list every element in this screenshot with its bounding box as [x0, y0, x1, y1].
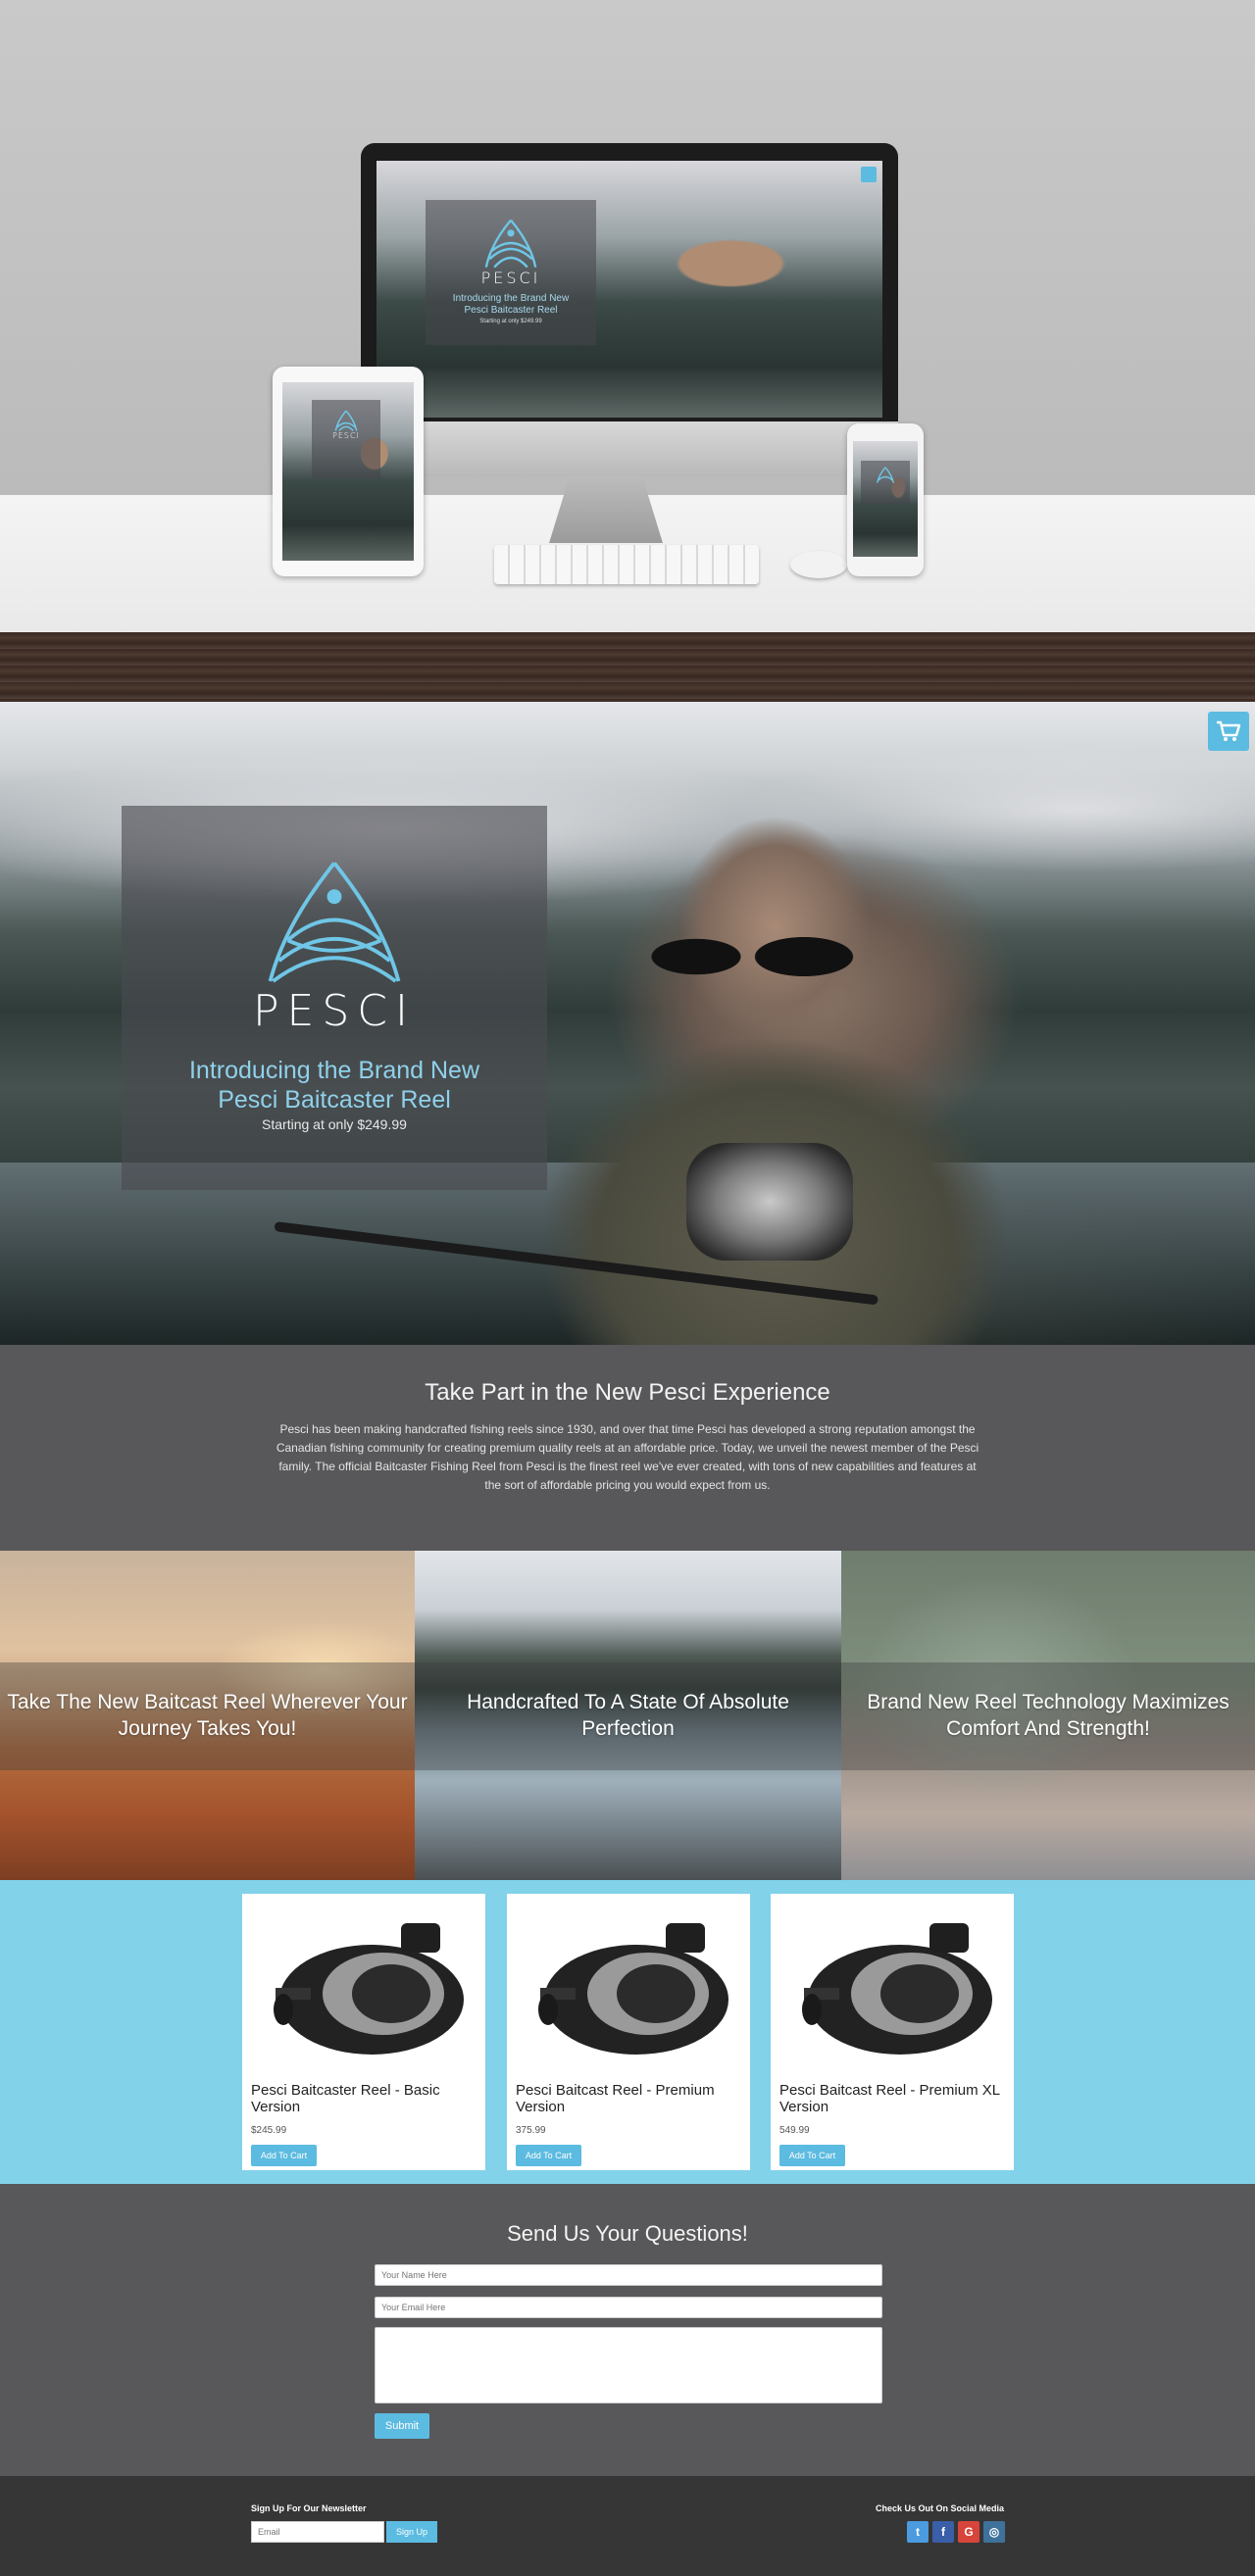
product-price: $245.99 — [251, 2125, 287, 2136]
social-title: Check Us Out On Social Media — [876, 2503, 1005, 2513]
intro-title: Take Part in the New Pesci Experience — [425, 1379, 830, 1406]
pesci-logo-icon — [484, 219, 537, 269]
instagram-icon[interactable]: ◎ — [983, 2521, 1005, 2543]
product-price: 549.99 — [779, 2125, 810, 2136]
feature-tile-handcrafted: Handcrafted To A State Of Absolute Perfe… — [415, 1551, 841, 1880]
product-card: Pesci Baitcast Reel - Premium XL Version… — [771, 1894, 1014, 2170]
intro-section: Take Part in the New Pesci Experience Pe… — [0, 1345, 1255, 1551]
newsletter-email-input[interactable] — [251, 2521, 384, 2543]
newsletter-title: Sign Up For Our Newsletter — [251, 2503, 367, 2513]
product-name: Pesci Baitcast Reel - Premium Version — [516, 2082, 715, 2115]
feature-text: Take The New Baitcast Reel Wherever Your… — [7, 1691, 408, 1740]
monitor-screen: PESCI Introducing the Brand New Pesci Ba… — [376, 161, 882, 418]
name-field[interactable] — [375, 2264, 882, 2286]
shopping-cart-icon — [1217, 720, 1241, 741]
feature-text: Handcrafted To A State Of Absolute Perfe… — [467, 1691, 789, 1740]
hero-card: PESCI Introducing the Brand New Pesci Ba… — [122, 806, 547, 1190]
product-card: Pesci Baitcast Reel - Premium Version 37… — [507, 1894, 750, 2170]
contact-title: Send Us Your Questions! — [507, 2221, 748, 2246]
hero-price: Starting at only $249.99 — [262, 1116, 407, 1132]
intro-body: Pesci has been making handcrafted fishin… — [276, 1422, 979, 1492]
phone-hero-card — [861, 461, 910, 504]
product-name: Pesci Baitcast Reel - Premium XL Version — [779, 2082, 1000, 2115]
hero-sunglasses — [637, 937, 873, 976]
feature-text: Brand New Reel Technology Maximizes Comf… — [867, 1691, 1230, 1740]
tablet-logo-icon — [334, 410, 358, 431]
desk-edge — [0, 632, 1255, 702]
google-plus-icon[interactable]: G — [958, 2521, 979, 2543]
phone-logo-icon — [877, 467, 894, 483]
tablet-screen: PESCI — [282, 382, 414, 561]
reel-product-image — [538, 1923, 728, 2055]
hero-headline-line1: Introducing the Brand New — [188, 1057, 479, 1084]
tablet-screenshot: PESCI — [282, 382, 414, 561]
monitor-cart-icon — [861, 167, 877, 182]
phone-device — [847, 423, 924, 576]
mouse — [790, 551, 847, 578]
email-field[interactable] — [375, 2297, 882, 2318]
footer: Sign Up For Our Newsletter Sign Up Check… — [0, 2476, 1255, 2576]
phone-screenshot — [853, 441, 918, 557]
add-to-cart-button[interactable]: Add To Cart — [516, 2145, 581, 2166]
product-price: 375.99 — [516, 2125, 546, 2136]
monitor-price: Starting at only $249.99 — [479, 319, 542, 324]
hero-section: PESCI Introducing the Brand New Pesci Ba… — [0, 702, 1255, 1345]
facebook-icon[interactable]: f — [932, 2521, 954, 2543]
monitor-screenshot: PESCI Introducing the Brand New Pesci Ba… — [376, 161, 882, 418]
hero-brand-name: PESCI — [253, 986, 416, 1036]
monitor-chin — [361, 421, 898, 476]
reel-product-image — [802, 1923, 992, 2055]
products-section: Pesci Baitcaster Reel - Basic Version $2… — [0, 1880, 1255, 2184]
monitor-hero-card: PESCI Introducing the Brand New Pesci Ba… — [426, 200, 596, 345]
cart-button[interactable] — [1208, 712, 1249, 751]
hero-reel — [686, 1143, 853, 1261]
product-card: Pesci Baitcaster Reel - Basic Version $2… — [242, 1894, 485, 2170]
message-field[interactable] — [375, 2327, 882, 2403]
submit-button[interactable]: Submit — [375, 2413, 429, 2439]
phone-screen — [853, 441, 918, 557]
hero-headline-line2: Pesci Baitcaster Reel — [218, 1086, 451, 1114]
feature-tile-journey: Take The New Baitcast Reel Wherever Your… — [0, 1551, 415, 1880]
tablet-brand: PESCI — [332, 431, 360, 440]
tablet-device: PESCI — [273, 367, 424, 576]
twitter-icon[interactable]: t — [907, 2521, 929, 2543]
feature-tiles: Take The New Baitcast Reel Wherever Your… — [0, 1551, 1255, 1880]
device-mockup-banner: PESCI Introducing the Brand New Pesci Ba… — [0, 0, 1255, 702]
product-name: Pesci Baitcaster Reel - Basic Version — [251, 2082, 440, 2115]
keyboard — [494, 545, 759, 584]
signup-button[interactable]: Sign Up — [386, 2521, 437, 2543]
monitor-stand — [549, 476, 663, 543]
contact-section: Send Us Your Questions! Submit — [0, 2184, 1255, 2476]
tablet-hero-card: PESCI — [312, 400, 380, 478]
pesci-logo-icon — [268, 862, 401, 983]
add-to-cart-button[interactable]: Add To Cart — [779, 2145, 845, 2166]
desktop-monitor: PESCI Introducing the Brand New Pesci Ba… — [361, 143, 898, 437]
add-to-cart-button[interactable]: Add To Cart — [251, 2145, 317, 2166]
hero-headline: Introducing the Brand New Pesci Baitcast… — [189, 1056, 479, 1115]
feature-tile-technology: Brand New Reel Technology Maximizes Comf… — [841, 1551, 1255, 1880]
reel-product-image — [274, 1923, 464, 2055]
monitor-brand: PESCI — [480, 269, 541, 287]
monitor-headline: Introducing the Brand New Pesci Baitcast… — [452, 293, 570, 316]
